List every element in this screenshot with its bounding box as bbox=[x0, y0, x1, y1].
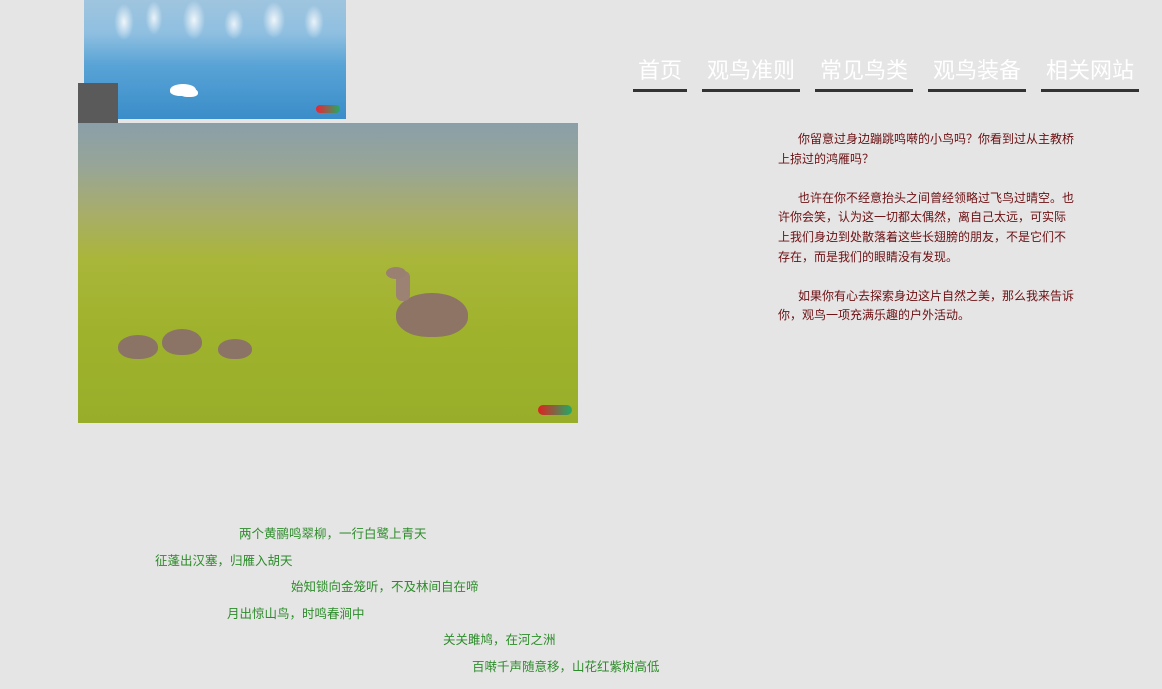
poem-line: 关关雎鸠，在河之洲 bbox=[443, 632, 556, 647]
nav-birding-gear[interactable]: 观鸟装备 bbox=[928, 56, 1026, 92]
poem-line: 百啭千声随意移，山花红紫树高低 bbox=[472, 659, 660, 674]
nav-home[interactable]: 首页 bbox=[633, 56, 687, 92]
intro-paragraph: 如果你有心去探索身边这片自然之美，那么我来告诉你，观鸟一项充满乐趣的户外活动。 bbox=[778, 288, 1075, 323]
swan bbox=[180, 88, 198, 97]
watermark-logo bbox=[538, 405, 572, 415]
poem-line: 始知锁向金笼听，不及林间自在啼 bbox=[291, 579, 479, 594]
gosling bbox=[218, 339, 252, 359]
poem-line: 月出惊山鸟，时鸣春涧中 bbox=[227, 606, 365, 621]
goose-head bbox=[386, 267, 406, 279]
poem-line: 征蓬出汉塞，归雁入胡天 bbox=[155, 553, 293, 568]
gosling bbox=[118, 335, 158, 359]
gosling bbox=[162, 329, 202, 355]
grey-tab bbox=[78, 83, 118, 123]
poem-line: 两个黄鹂鸣翠柳，一行白鹭上青天 bbox=[239, 526, 427, 541]
watermark-logo bbox=[316, 105, 340, 113]
nav-common-birds[interactable]: 常见鸟类 bbox=[815, 56, 913, 92]
frosted-trees bbox=[84, 0, 346, 48]
intro-paragraph: 也许在你不经意抬头之间曾经领略过飞鸟过晴空。也许你会笑，认为这一切都太偶然，离自… bbox=[778, 190, 1075, 264]
intro-paragraph: 你留意过身边蹦跳鸣啭的小鸟吗？你看到过从主教桥上掠过的鸿雁吗？ bbox=[778, 132, 1075, 166]
nav-related-sites[interactable]: 相关网站 bbox=[1041, 56, 1139, 92]
geese-photo bbox=[78, 123, 578, 423]
nav-birding-rules[interactable]: 观鸟准则 bbox=[702, 56, 800, 92]
intro-text: 你留意过身边蹦跳鸣啭的小鸟吗？你看到过从主教桥上掠过的鸿雁吗？ 也许在你不经意抬… bbox=[778, 130, 1074, 346]
swan-banner-image bbox=[84, 0, 346, 119]
